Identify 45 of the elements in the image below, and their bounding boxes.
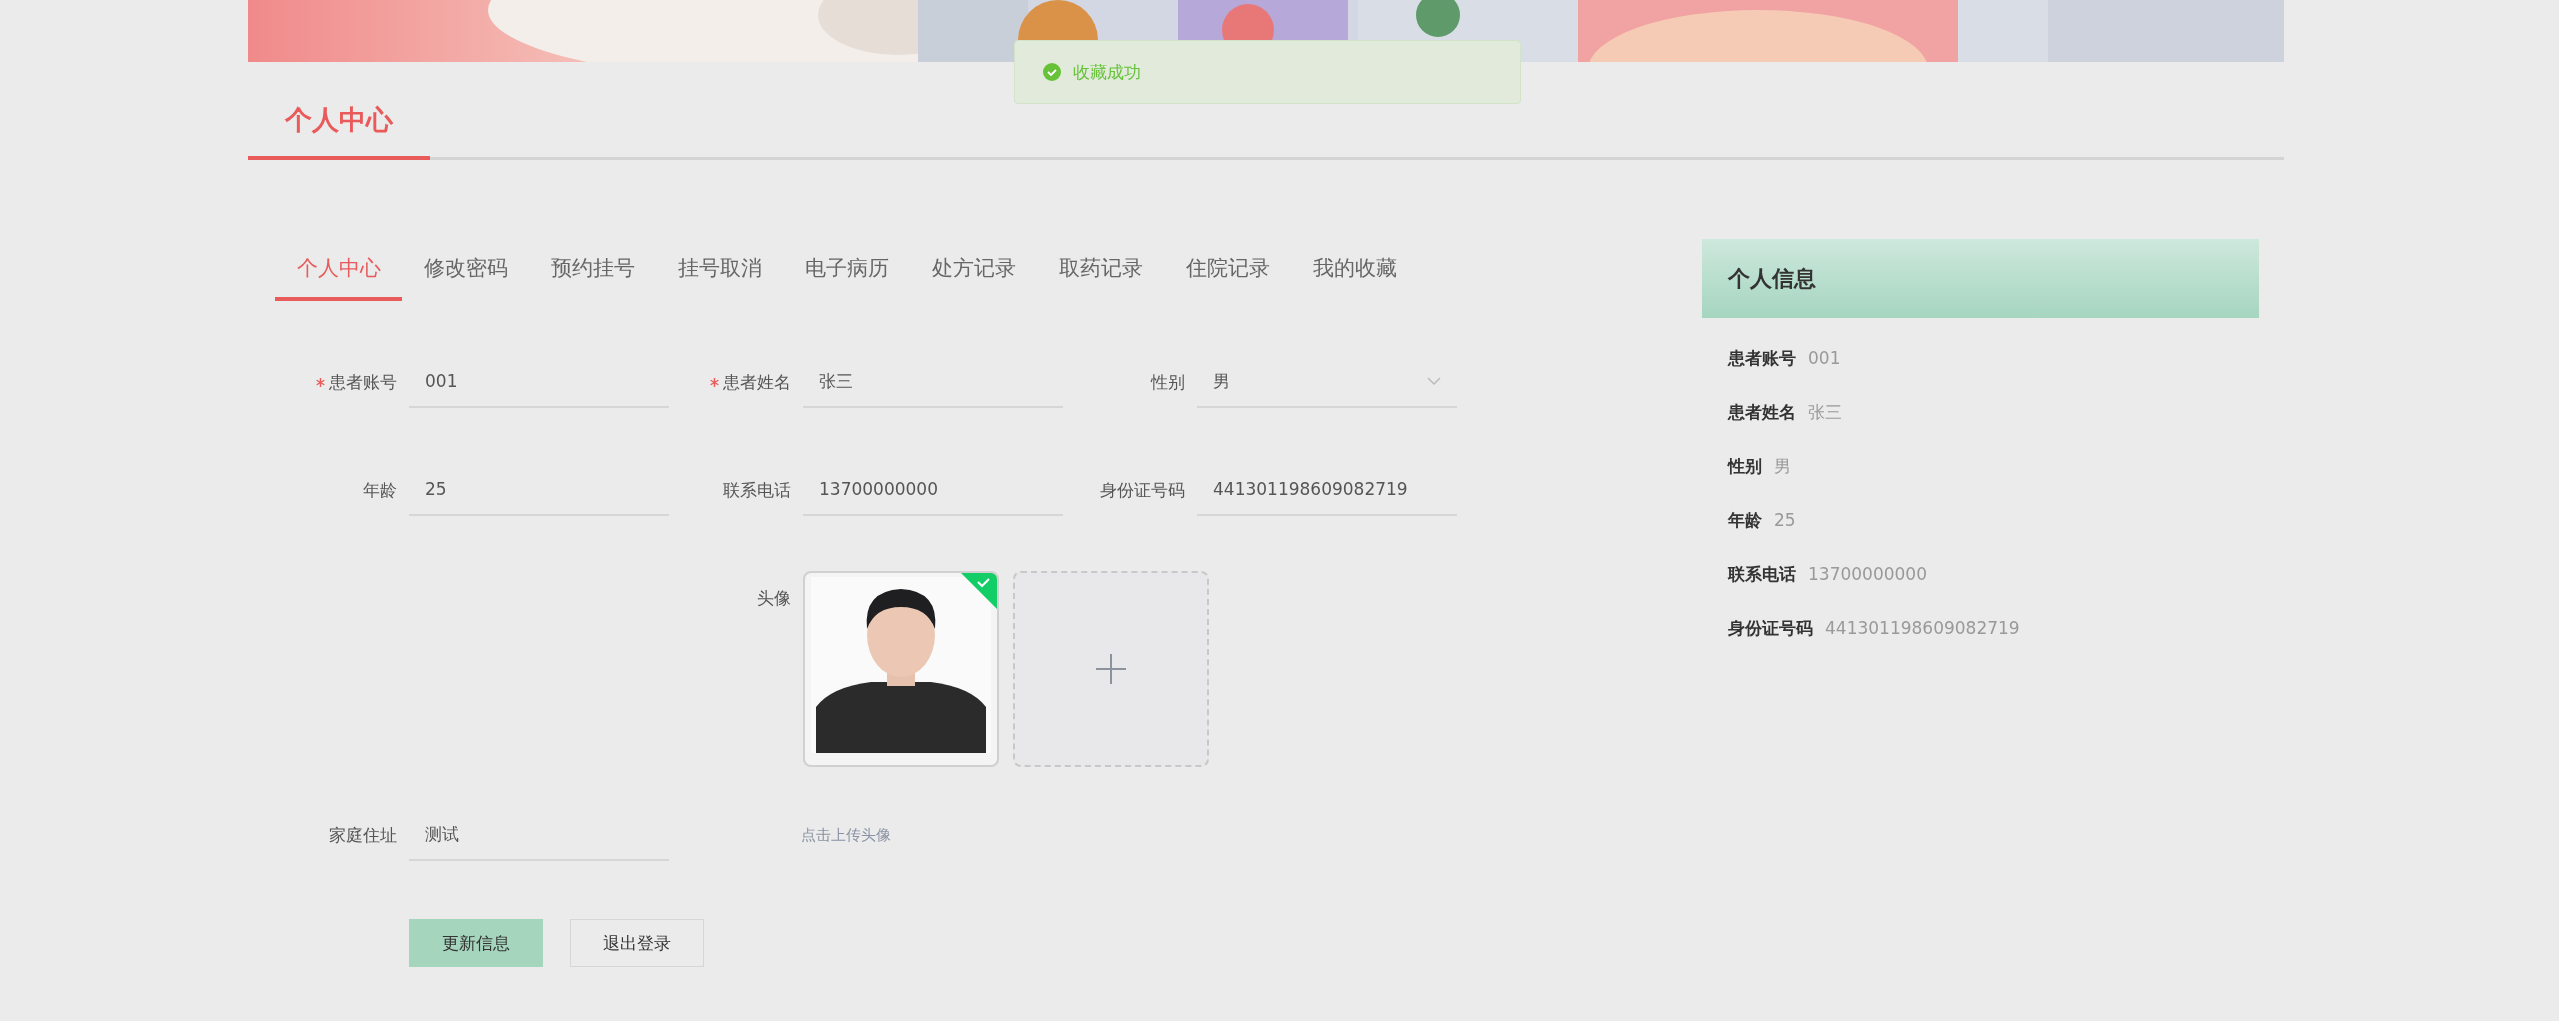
tab[interactable]: 住院记录 [1164,239,1291,301]
field-label: 年龄 [363,478,397,502]
info-value: 13700000000 [1808,564,1927,584]
field-label: 联系电话 [723,478,791,502]
field-label: 身份证号码 [1100,478,1185,502]
info-label: 联系电话 [1728,562,1796,586]
logout-button[interactable]: 退出登录 [570,919,704,967]
input-field[interactable]: 001 [409,356,669,408]
field-label: 家庭住址 [329,823,397,847]
avatar-thumbnail[interactable] [803,571,999,767]
tab[interactable]: 电子病历 [783,239,910,301]
tab[interactable]: 我的收藏 [1291,239,1418,301]
info-label: 性别 [1728,454,1762,478]
input-field[interactable]: 25 [409,464,669,516]
info-value: 001 [1808,348,1841,368]
info-label: 年龄 [1728,508,1762,532]
info-label: 身份证号码 [1728,616,1813,640]
info-value: 张三 [1808,400,1842,424]
field-label: 患者账号 [329,370,397,394]
info-value: 441301198609082719 [1825,618,2020,638]
panel-header: 个人信息 [1702,239,2259,318]
input-field[interactable]: 测试 [409,809,669,861]
info-label: 患者账号 [1728,346,1796,370]
page-title: 个人中心 [248,100,430,160]
select-field[interactable]: 男 [1197,356,1457,408]
info-value: 男 [1774,454,1791,478]
input-field[interactable]: 13700000000 [803,464,1063,516]
success-icon [1043,63,1061,81]
tab[interactable]: 取药记录 [1037,239,1164,301]
toast-message: 收藏成功 [1073,60,1141,84]
tab[interactable]: 预约挂号 [529,239,656,301]
info-label: 患者姓名 [1728,400,1796,424]
field-label: 患者姓名 [723,370,791,394]
field-label: 头像 [757,587,791,610]
tab[interactable]: 修改密码 [402,239,529,301]
plus-icon [1095,653,1127,685]
tab[interactable]: 处方记录 [910,239,1037,301]
input-field[interactable]: 441301198609082719 [1197,464,1457,516]
upload-hint: 点击上传头像 [801,825,891,845]
input-field[interactable]: 张三 [803,356,1063,408]
info-value: 25 [1774,510,1796,530]
update-button[interactable]: 更新信息 [409,919,543,967]
caret-icon [1427,376,1441,386]
field-label: 性别 [1151,370,1185,394]
tab[interactable]: 挂号取消 [656,239,783,301]
